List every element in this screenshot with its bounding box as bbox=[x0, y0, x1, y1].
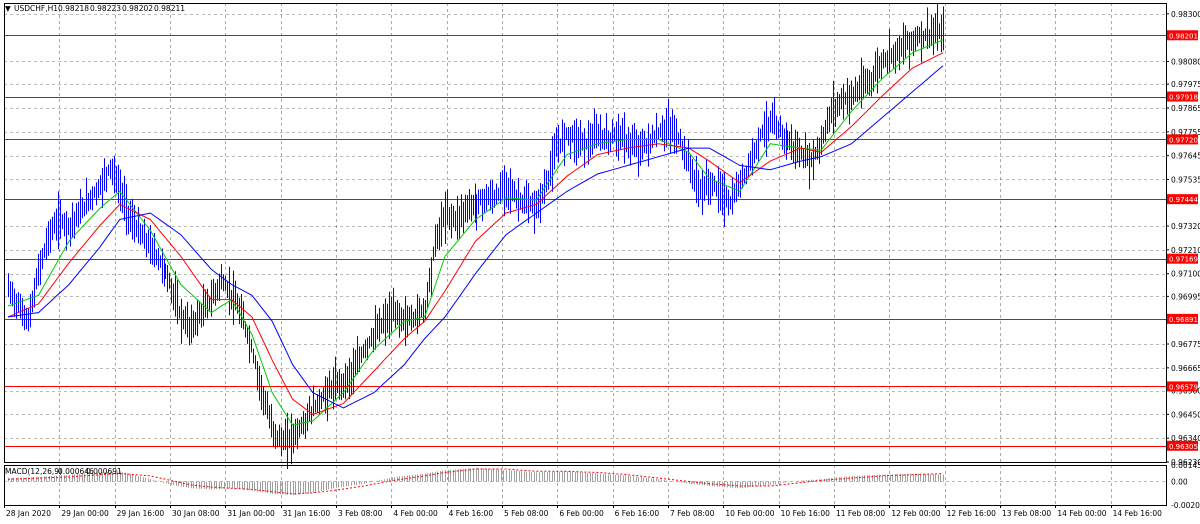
price-axis-label: 0.97320 bbox=[1171, 222, 1200, 231]
price-tag-label: 0.97169 bbox=[1169, 256, 1198, 264]
price-axis-label: 0.96775 bbox=[1171, 340, 1200, 349]
axes: 0.983000.980800.979750.978650.977550.976… bbox=[4, 10, 1200, 518]
price-axis-label: 0.97210 bbox=[1171, 246, 1200, 255]
time-axis-label: 12 Feb 16:00 bbox=[947, 509, 996, 518]
price-axis-label: 0.96995 bbox=[1171, 292, 1200, 301]
time-axis-label: 7 Feb 08:00 bbox=[670, 509, 715, 518]
time-axis-label: 4 Feb 00:00 bbox=[393, 509, 438, 518]
open-value: 0.98218 bbox=[58, 4, 89, 13]
time-axis-label: 6 Feb 00:00 bbox=[559, 509, 604, 518]
price-axis-label: 0.97645 bbox=[1171, 152, 1200, 161]
time-axis-label: 3 Feb 08:00 bbox=[338, 509, 383, 518]
time-axis-label: 14 Feb 16:00 bbox=[1113, 509, 1162, 518]
symbol-label: USDCHF,H1 bbox=[14, 4, 58, 13]
horizontal-levels[interactable] bbox=[4, 35, 1166, 447]
time-axis-label: 4 Feb 16:00 bbox=[449, 509, 494, 518]
price-tag-label: 0.97918 bbox=[1169, 94, 1198, 102]
time-axis-label: 31 Jan 00:00 bbox=[227, 509, 275, 518]
time-axis-label: 30 Jan 08:00 bbox=[172, 509, 220, 518]
price-axis-label: 0.96665 bbox=[1171, 364, 1200, 373]
macd-indicator bbox=[7, 467, 944, 496]
price-tag-label: 0.98201 bbox=[1169, 32, 1198, 40]
macd-label: MACD(12,26,9) bbox=[5, 467, 62, 476]
time-axis-label: 13 Feb 08:00 bbox=[1002, 509, 1051, 518]
time-axis-label: 12 Feb 00:00 bbox=[891, 509, 940, 518]
time-axis-label: 10 Feb 16:00 bbox=[781, 509, 830, 518]
price-axis-label: 0.98300 bbox=[1171, 10, 1200, 19]
time-axis-label: 14 Feb 00:00 bbox=[1057, 509, 1106, 518]
price-tag-label: 0.96305 bbox=[1169, 443, 1198, 451]
price-axis-label: 0.97975 bbox=[1171, 80, 1200, 89]
price-tag-label: 0.96891 bbox=[1169, 316, 1198, 324]
time-axis-label: 6 Feb 16:00 bbox=[615, 509, 660, 518]
time-axis-label: 29 Jan 00:00 bbox=[61, 509, 109, 518]
time-axis-label: 29 Jan 16:00 bbox=[117, 509, 165, 518]
macd-axis-label: 0.001458 bbox=[1171, 461, 1200, 470]
price-tag-label: 0.97444 bbox=[1169, 196, 1198, 204]
price-axis-label: 0.97865 bbox=[1171, 104, 1200, 113]
price-series bbox=[8, 3, 944, 470]
price-pane[interactable]: 0.983000.980800.979750.978650.977550.976… bbox=[0, 0, 1200, 524]
time-axis-label: 31 Jan 16:00 bbox=[283, 509, 331, 518]
chart-window[interactable]: 0.98300 0.98080 0.97975 0.97865 0.97755 0.976… bbox=[0, 0, 1200, 524]
high-value: 0.98223 bbox=[90, 4, 121, 13]
macd-signal-value: 0.000691 bbox=[86, 467, 122, 476]
time-axis-label: 28 Jan 2020 bbox=[6, 509, 51, 518]
price-axis-label: 0.98080 bbox=[1171, 57, 1200, 66]
time-axis-label: 5 Feb 08:00 bbox=[504, 509, 549, 518]
time-axis-label: 10 Feb 00:00 bbox=[725, 509, 774, 518]
low-value: 0.98202 bbox=[122, 4, 153, 13]
price-tag-label: 0.96579 bbox=[1169, 383, 1198, 391]
info-labels: ▼ USDCHF,H1 0.98218 0.98223 0.98202 0.98… bbox=[5, 4, 185, 476]
close-value: 0.98211 bbox=[154, 4, 185, 13]
price-axis-label: 0.96450 bbox=[1171, 410, 1200, 419]
macd-axis-label: 0.00 bbox=[1171, 477, 1188, 486]
symbol-icon: ▼ bbox=[5, 4, 11, 13]
price-axis-label: 0.97535 bbox=[1171, 175, 1200, 184]
price-axis-label: 0.97100 bbox=[1171, 270, 1200, 279]
macd-axis-label: -0.002078 bbox=[1171, 501, 1200, 510]
time-axis-label: 11 Feb 08:00 bbox=[836, 509, 885, 518]
price-tag-label: 0.97720 bbox=[1169, 136, 1198, 144]
